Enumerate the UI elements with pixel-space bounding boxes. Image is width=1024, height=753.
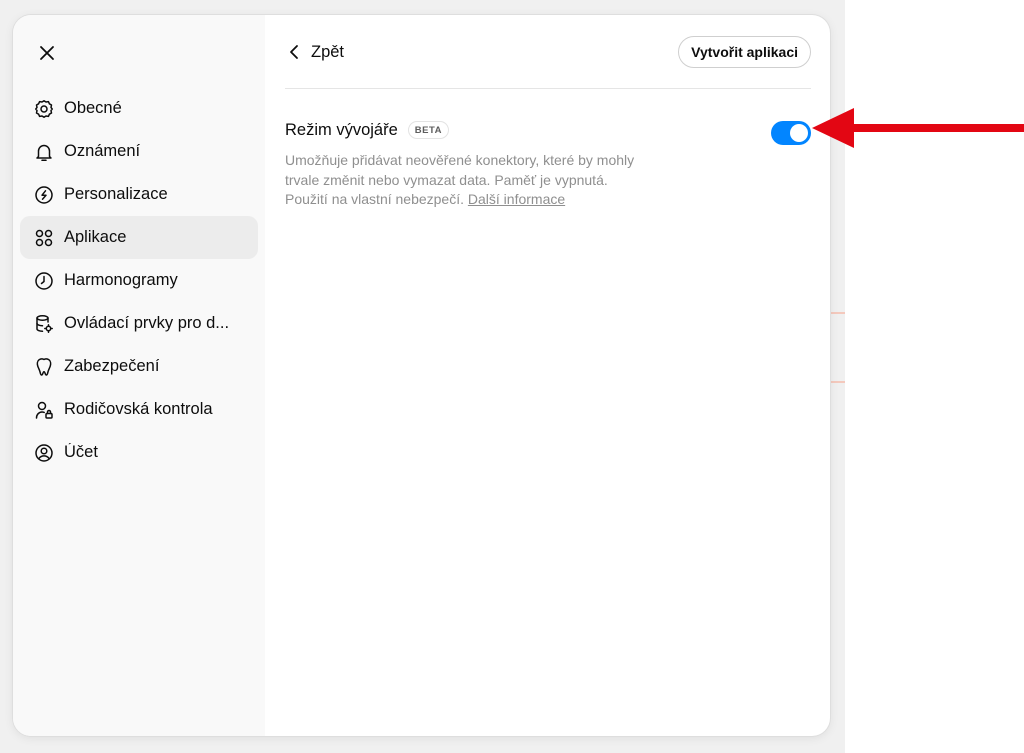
back-label: Zpět bbox=[311, 42, 345, 61]
sidebar-item-apps[interactable]: Aplikace bbox=[20, 216, 258, 259]
setting-title: Režim vývojáře bbox=[285, 120, 398, 139]
close-icon bbox=[40, 46, 54, 60]
shield-icon bbox=[36, 357, 52, 376]
sidebar-item-general[interactable]: Obecné bbox=[20, 87, 258, 130]
settings-content: Zpět Vytvořit aplikaci Režim vývojáře BE… bbox=[285, 15, 811, 736]
setting-description: Umožňuje přidávat neověřené konektory, k… bbox=[285, 151, 650, 210]
background-line bbox=[830, 381, 845, 383]
sidebar-item-label: Účet bbox=[64, 443, 98, 461]
sidebar-item-label: Harmonogramy bbox=[64, 271, 178, 289]
back-button[interactable]: Zpět bbox=[289, 39, 344, 65]
account-icon bbox=[35, 443, 53, 462]
toggle-knob bbox=[790, 124, 808, 142]
close-button[interactable] bbox=[33, 39, 61, 67]
developer-mode-setting: Režim vývojáře BETA Umožňuje přidávat ne… bbox=[285, 119, 811, 210]
user-lock-icon bbox=[35, 401, 53, 419]
sidebar-item-label: Oznámení bbox=[64, 142, 141, 160]
apps-grid-icon bbox=[35, 229, 53, 246]
clock-icon bbox=[35, 271, 53, 290]
setting-title-row: Režim vývojáře BETA bbox=[285, 119, 811, 141]
chevron-left-icon bbox=[290, 45, 298, 59]
sidebar-item-notifications[interactable]: Oznámení bbox=[20, 130, 258, 173]
description-text: Umožňuje přidávat neověřené konektory, k… bbox=[285, 152, 635, 207]
learn-more-link[interactable]: Další informace bbox=[468, 191, 565, 207]
sidebar-item-parental-controls[interactable]: Rodičovská kontrola bbox=[20, 388, 258, 431]
sidebar-item-account[interactable]: Účet bbox=[20, 431, 258, 474]
sidebar-item-label: Zabezpečení bbox=[64, 357, 160, 375]
bell-icon bbox=[36, 144, 52, 161]
settings-modal: Obecné Oznámení Personalizace Aplikace H… bbox=[13, 15, 830, 736]
sidebar-item-label: Ovládací prvky pro d... bbox=[64, 314, 230, 332]
content-header: Zpět Vytvořit aplikaci bbox=[285, 15, 811, 89]
settings-nav: Obecné Oznámení Personalizace Aplikace H… bbox=[20, 87, 258, 474]
create-app-button[interactable]: Vytvořit aplikaci bbox=[678, 36, 811, 68]
database-gear-icon bbox=[36, 314, 53, 333]
sidebar-item-label: Aplikace bbox=[64, 228, 127, 246]
sidebar-item-data-controls[interactable]: Ovládací prvky pro d... bbox=[20, 302, 258, 345]
gear-icon bbox=[35, 99, 53, 118]
red-arrow-annotation bbox=[812, 108, 1024, 148]
personalization-icon bbox=[35, 185, 53, 204]
beta-badge: BETA bbox=[407, 121, 449, 139]
developer-mode-toggle[interactable] bbox=[771, 121, 811, 145]
sidebar-item-label: Personalizace bbox=[64, 185, 168, 203]
sidebar-item-label: Rodičovská kontrola bbox=[64, 400, 213, 418]
background-line bbox=[830, 312, 845, 314]
sidebar-item-security[interactable]: Zabezpečení bbox=[20, 345, 258, 388]
sidebar-item-personalization[interactable]: Personalizace bbox=[20, 173, 258, 216]
sidebar-item-schedules[interactable]: Harmonogramy bbox=[20, 259, 258, 302]
sidebar-item-label: Obecné bbox=[64, 99, 122, 117]
settings-sidebar: Obecné Oznámení Personalizace Aplikace H… bbox=[13, 15, 265, 736]
